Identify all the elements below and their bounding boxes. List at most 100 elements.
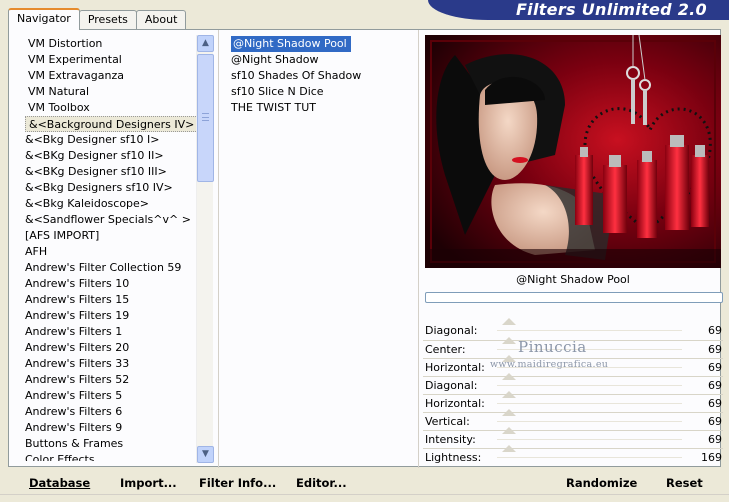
category-item[interactable]: [AFS IMPORT] xyxy=(22,228,199,244)
database-button[interactable]: Database xyxy=(29,475,90,491)
category-item[interactable]: Buttons & Frames xyxy=(22,436,199,452)
filter-label: @Night Shadow xyxy=(231,53,319,66)
scroll-up-button[interactable]: ▲ xyxy=(197,35,214,52)
category-label: &<Sandflower Specials^v^ > xyxy=(25,213,191,226)
category-label: &<Bkg Designers sf10 IV> xyxy=(25,181,173,194)
category-item[interactable]: Andrew's Filters 20 xyxy=(22,340,199,356)
filter-item[interactable]: sf10 Shades Of Shadow xyxy=(229,68,414,84)
slider-thumb[interactable] xyxy=(502,373,516,380)
category-item[interactable]: &<Bkg Designers sf10 IV> xyxy=(22,180,199,196)
filter-item[interactable]: THE TWIST TUT xyxy=(229,100,414,116)
scroll-down-button[interactable]: ▼ xyxy=(197,446,214,463)
category-label: &<Bkg Designer sf10 I> xyxy=(25,133,160,146)
filter-item[interactable]: @Night Shadow Pool xyxy=(229,36,414,52)
preview-filter-name: @Night Shadow Pool xyxy=(516,273,630,286)
app-title: Filters Unlimited 2.0 xyxy=(515,0,707,19)
category-item[interactable]: &<Background Designers IV> xyxy=(22,116,199,132)
filter-label: sf10 Slice N Dice xyxy=(231,85,324,98)
category-item[interactable]: &<BKg Designer sf10 III> xyxy=(22,164,199,180)
category-item[interactable]: AFH xyxy=(22,244,199,260)
category-item[interactable]: Andrew's Filter Collection 59 xyxy=(22,260,199,276)
slider-track[interactable] xyxy=(497,445,682,467)
category-item[interactable]: VM Distortion xyxy=(22,36,199,52)
slider-row: Horizontal: 69 xyxy=(423,391,723,413)
category-item[interactable]: &<Sandflower Specials^v^ > xyxy=(22,212,199,228)
category-item[interactable]: VM Experimental xyxy=(22,52,199,68)
category-label: VM Experimental xyxy=(28,53,122,66)
category-label: [AFS IMPORT] xyxy=(25,229,100,242)
category-label: AFH xyxy=(25,245,48,258)
category-item[interactable]: VM Toolbox xyxy=(22,100,199,116)
slider-label: Vertical: xyxy=(425,415,470,428)
preview-artwork xyxy=(425,35,721,268)
category-label: &<Background Designers IV> xyxy=(25,116,199,132)
slider-thumb[interactable] xyxy=(502,391,516,398)
slider-label: Horizontal: xyxy=(425,361,485,374)
filter-label: @Night Shadow Pool xyxy=(231,36,351,52)
scroll-thumb[interactable] xyxy=(197,54,214,182)
slider-thumb[interactable] xyxy=(502,318,516,325)
watermark-name: Pinuccia xyxy=(518,338,587,356)
tab-navigator[interactable]: Navigator xyxy=(8,8,80,30)
category-item[interactable]: &<Bkg Designer sf10 I> xyxy=(22,132,199,148)
category-item[interactable]: VM Extravaganza xyxy=(22,68,199,84)
category-label: VM Natural xyxy=(28,85,90,98)
category-label: &<Bkg Kaleidoscope> xyxy=(25,197,150,210)
category-label: &<BKg Designer sf10 III> xyxy=(25,165,167,178)
slider-track[interactable] xyxy=(497,427,682,449)
category-item[interactable]: Andrew's Filters 33 xyxy=(22,356,199,372)
category-item[interactable]: Color Effects xyxy=(22,452,199,461)
slider-value: 169 xyxy=(701,451,722,464)
category-label: Andrew's Filters 52 xyxy=(25,373,130,386)
category-scrollbar[interactable]: ▲ ▼ xyxy=(196,35,214,463)
category-label: VM Extravaganza xyxy=(28,69,125,82)
slider-value: 69 xyxy=(708,415,722,428)
slider-label: Diagonal: xyxy=(425,324,478,337)
slider-label: Intensity: xyxy=(425,433,476,446)
category-item[interactable]: Andrew's Filters 1 xyxy=(22,324,199,340)
slider-thumb[interactable] xyxy=(502,427,516,434)
category-item[interactable]: &<BKg Designer sf10 II> xyxy=(22,148,199,164)
category-item[interactable]: VM Natural xyxy=(22,84,199,100)
category-label: Buttons & Frames xyxy=(25,437,124,450)
slider-thumb[interactable] xyxy=(502,337,516,344)
filter-item[interactable]: @Night Shadow xyxy=(229,52,414,68)
tab-about[interactable]: About xyxy=(135,10,187,30)
category-label: Color Effects xyxy=(25,453,95,461)
slider-label: Lightness: xyxy=(425,451,482,464)
slider-value: 69 xyxy=(708,324,722,337)
slider-track[interactable] xyxy=(497,373,682,395)
randomize-button[interactable]: Randomize xyxy=(566,475,637,491)
slider-track[interactable] xyxy=(497,391,682,413)
category-item[interactable]: Andrew's Filters 15 xyxy=(22,292,199,308)
filter-info-button[interactable]: Filter Info... xyxy=(199,475,276,491)
category-item[interactable]: Andrew's Filters 19 xyxy=(22,308,199,324)
slider-row: Lightness: 169 xyxy=(423,445,723,467)
category-label: Andrew's Filters 15 xyxy=(25,293,130,306)
slider-thumb[interactable] xyxy=(502,445,516,452)
import-button[interactable]: Import... xyxy=(120,475,177,491)
editor-button[interactable]: Editor... xyxy=(296,475,347,491)
slider-track[interactable] xyxy=(497,409,682,431)
tab-presets[interactable]: Presets xyxy=(78,10,137,30)
slider-thumb[interactable] xyxy=(502,409,516,416)
category-item[interactable]: Andrew's Filters 5 xyxy=(22,388,199,404)
category-item[interactable]: Andrew's Filters 10 xyxy=(22,276,199,292)
reset-button[interactable]: Reset xyxy=(666,475,703,491)
slider-row: Intensity: 69 xyxy=(423,427,723,449)
category-list[interactable]: VM Distortion VM Experimental VM Extravaga… xyxy=(22,36,199,461)
slider-row: Diagonal: 69 xyxy=(423,373,723,395)
filter-item[interactable]: sf10 Slice N Dice xyxy=(229,84,414,100)
slider-value: 69 xyxy=(708,361,722,374)
category-item[interactable]: &<Bkg Kaleidoscope> xyxy=(22,196,199,212)
slider-label: Horizontal: xyxy=(425,397,485,410)
filter-list[interactable]: @Night Shadow Pool @Night Shadow sf10 Shad… xyxy=(229,36,414,116)
category-label: Andrew's Filters 10 xyxy=(25,277,130,290)
divider xyxy=(0,494,729,495)
grip-icon xyxy=(202,113,209,121)
divider xyxy=(418,30,419,468)
category-item[interactable]: Andrew's Filters 52 xyxy=(22,372,199,388)
category-label: VM Distortion xyxy=(28,37,103,50)
category-item[interactable]: Andrew's Filters 6 xyxy=(22,404,199,420)
category-item[interactable]: Andrew's Filters 9 xyxy=(22,420,199,436)
